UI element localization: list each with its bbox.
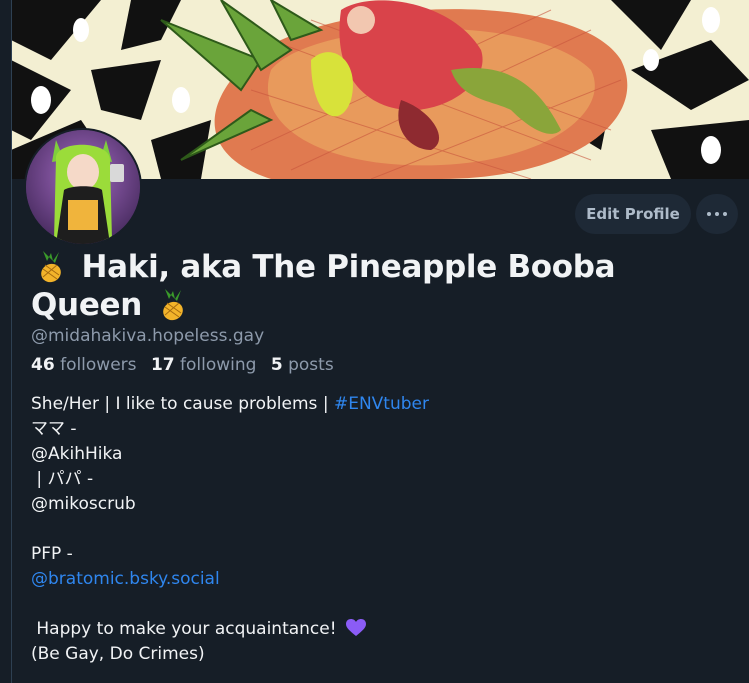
bio-line: (Be Gay, Do Crimes) (31, 644, 205, 664)
bio-line: ママ - (31, 419, 77, 439)
mention-link[interactable]: @bratomic.bsky.social (31, 569, 220, 589)
left-gutter (0, 0, 12, 683)
display-name: Haki, aka The Pineapple Booba Queen (31, 248, 671, 324)
bio-text: Happy to make your acquaintance! (31, 619, 342, 639)
posts-label: posts (288, 355, 334, 375)
bio-line: @bratomic.bsky.social (31, 567, 711, 592)
purple-heart-icon (345, 619, 366, 636)
bio-line: @AkihHika (31, 444, 123, 464)
bio-line: PFP - (31, 544, 73, 564)
bio-blank-line (31, 517, 711, 542)
display-name-text: Haki, aka The Pineapple Booba Queen (31, 249, 616, 323)
following-stat[interactable]: 17 following (151, 355, 257, 375)
avatar[interactable] (24, 128, 142, 246)
bio-blank-line (31, 592, 711, 617)
bio: She/Her | I like to cause problems | #EN… (31, 392, 711, 667)
profile-stats: 46 followers 17 following 5 posts (31, 355, 343, 375)
bio-line: @mikoscrub (31, 494, 136, 514)
hashtag-link[interactable]: #ENVtuber (334, 394, 429, 414)
more-options-button[interactable] (696, 194, 738, 234)
pineapple-icon (41, 251, 61, 283)
ellipsis-icon (705, 212, 729, 216)
posts-stat: 5 posts (271, 355, 334, 375)
bio-line: Happy to make your acquaintance! (31, 617, 711, 642)
followers-count: 46 (31, 355, 55, 375)
followers-label: followers (60, 355, 137, 375)
posts-count: 5 (270, 355, 283, 375)
pineapple-icon (162, 289, 183, 321)
following-label: following (180, 355, 257, 375)
edit-profile-button[interactable]: Edit Profile (575, 194, 691, 234)
bio-line: She/Her | I like to cause problems | #EN… (31, 392, 711, 417)
bio-line: | パパ - (31, 469, 94, 489)
handle: @midahakiva.hopeless.gay (31, 326, 265, 346)
following-count: 17 (150, 355, 175, 375)
bio-text: She/Her | I like to cause problems | (31, 394, 334, 414)
avatar-image (26, 130, 140, 244)
followers-stat[interactable]: 46 followers (31, 355, 137, 375)
